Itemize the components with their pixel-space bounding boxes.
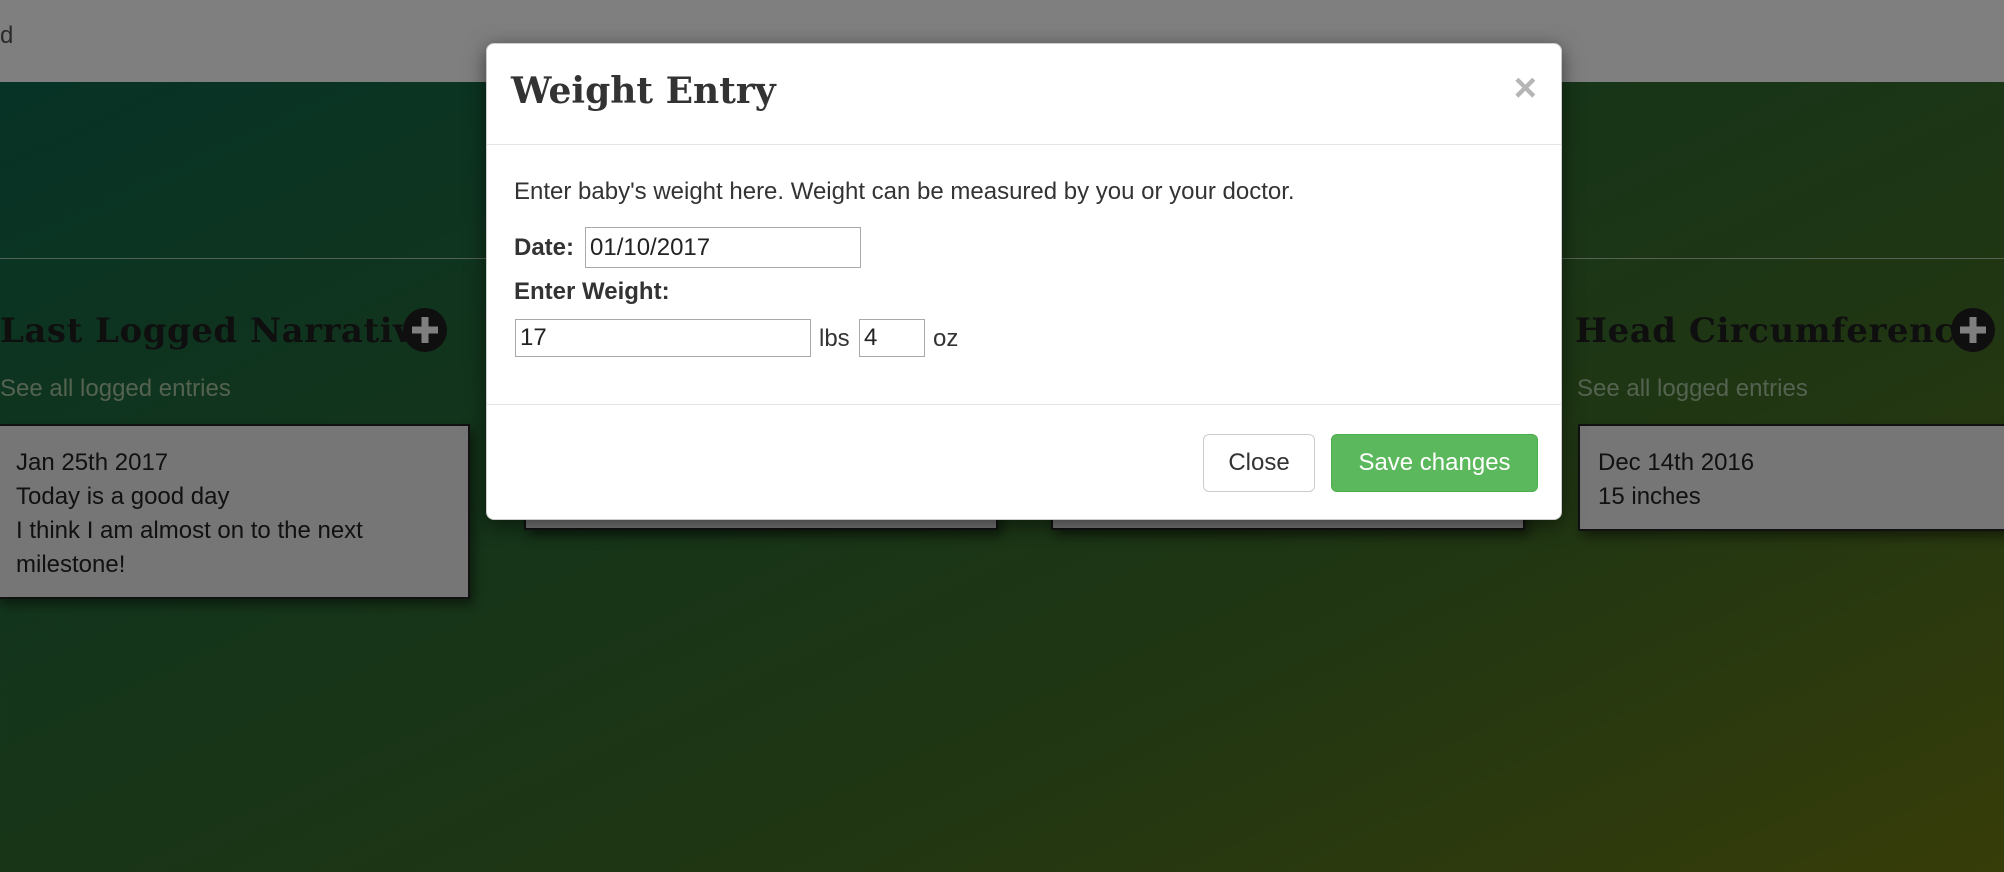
save-changes-button[interactable]: Save changes xyxy=(1331,434,1538,492)
oz-unit-label: oz xyxy=(933,325,959,352)
close-button[interactable]: Close xyxy=(1203,434,1315,492)
weight-entry-modal: Weight Entry × Enter baby's weight here.… xyxy=(486,43,1562,520)
close-icon[interactable]: × xyxy=(1514,68,1537,108)
weight-label: Enter Weight: xyxy=(514,278,670,305)
date-label: Date: xyxy=(514,234,575,261)
lbs-input[interactable] xyxy=(515,319,811,357)
modal-description: Enter baby's weight here. Weight can be … xyxy=(514,178,1295,205)
modal-body: Enter baby's weight here. Weight can be … xyxy=(487,146,1561,357)
modal-header: Weight Entry × xyxy=(487,44,1561,145)
date-input[interactable] xyxy=(585,227,861,268)
oz-input[interactable] xyxy=(859,319,925,357)
lbs-unit-label: lbs xyxy=(819,325,850,352)
modal-title: Weight Entry xyxy=(511,70,776,112)
modal-footer: Close Save changes xyxy=(487,404,1561,521)
